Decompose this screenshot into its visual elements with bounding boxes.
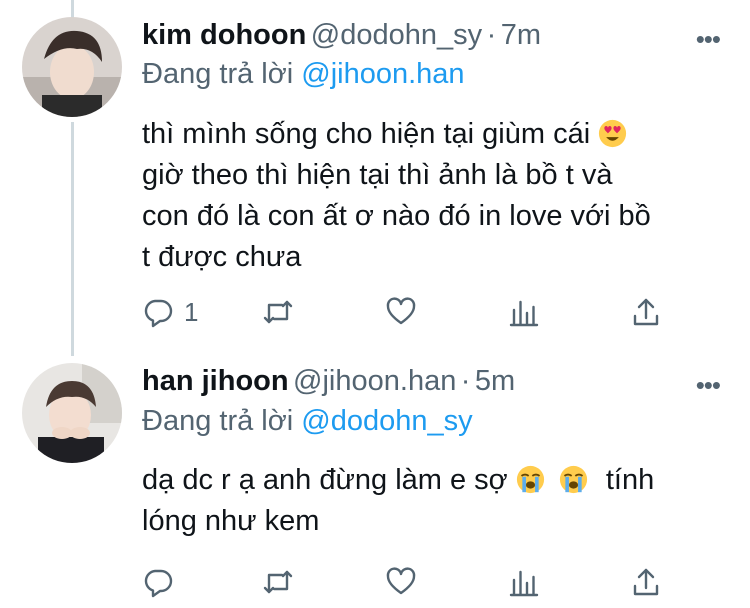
share-button[interactable]	[630, 562, 662, 602]
meta-separator: ·	[486, 19, 497, 51]
like-icon	[386, 297, 416, 325]
tweet-text-line: dạ dc r ạ anh đừng làm e sợ	[142, 464, 508, 496]
more-options-icon[interactable]: •••	[696, 370, 721, 401]
user-handle[interactable]: @dodohn_sy	[311, 19, 482, 51]
display-name[interactable]: kim dohoon	[142, 19, 306, 51]
user-handle[interactable]: @jihoon.han	[293, 365, 456, 397]
tweet-text-line: t được chưa	[142, 241, 302, 273]
loudly-crying-emoji	[559, 465, 587, 494]
reply-count: 1	[184, 296, 199, 327]
share-icon	[633, 568, 659, 596]
tweet-text: thì mình sống cho hiện tại giùm cái giờ …	[142, 114, 712, 278]
replying-to-mention[interactable]: @dodohn_sy	[301, 405, 472, 437]
loudly-crying-emoji	[516, 465, 544, 494]
retweet-button[interactable]	[262, 562, 294, 602]
avatar[interactable]	[22, 17, 122, 117]
tweet-text-line: thì mình sống cho hiện tại giùm cái	[142, 118, 591, 150]
tweet-text-line: tính	[605, 464, 655, 496]
retweet-icon	[263, 570, 293, 594]
avatar[interactable]	[22, 363, 122, 463]
display-name[interactable]: han jihoon	[142, 365, 289, 397]
timestamp[interactable]: 7m	[501, 19, 541, 51]
like-button[interactable]	[385, 562, 417, 602]
replying-to-label: Đang trả lời	[142, 58, 294, 90]
retweet-icon	[263, 300, 293, 324]
like-icon	[386, 567, 416, 595]
tweet[interactable]: kim dohoon @dodohn_sy · 7m ••• Đang trả …	[0, 0, 750, 345]
reply-button[interactable]: 1	[142, 292, 198, 332]
analytics-button[interactable]	[508, 292, 540, 332]
tweet-text: dạ dc r ạ anh đừng làm e sợ tính lóng nh…	[142, 460, 712, 542]
reply-icon	[144, 569, 173, 598]
tweet-text-line: lóng như kem	[142, 505, 320, 537]
reply-icon	[144, 299, 173, 328]
meta-separator: ·	[460, 365, 471, 397]
replying-to-mention[interactable]: @jihoon.han	[301, 58, 464, 90]
tweet[interactable]: han jihoon @jihoon.han · 5m ••• Đang trả…	[0, 350, 750, 608]
tweet-text-line: con đó là con ất ơ nào đó in love với bồ	[142, 200, 651, 232]
tweet-text-line: giờ theo thì hiện tại thì ảnh là bồ t và	[142, 159, 613, 191]
timestamp[interactable]: 5m	[475, 365, 515, 397]
analytics-button[interactable]	[508, 562, 540, 602]
share-icon	[633, 298, 659, 326]
retweet-button[interactable]	[262, 292, 294, 332]
analytics-icon	[509, 570, 539, 597]
analytics-icon	[509, 300, 539, 327]
replying-to-label: Đang trả lời	[142, 405, 294, 437]
more-options-icon[interactable]: •••	[696, 24, 721, 55]
share-button[interactable]	[630, 292, 662, 332]
heart-eyes-emoji	[599, 119, 627, 148]
reply-button[interactable]	[142, 562, 174, 602]
like-button[interactable]	[385, 292, 417, 332]
